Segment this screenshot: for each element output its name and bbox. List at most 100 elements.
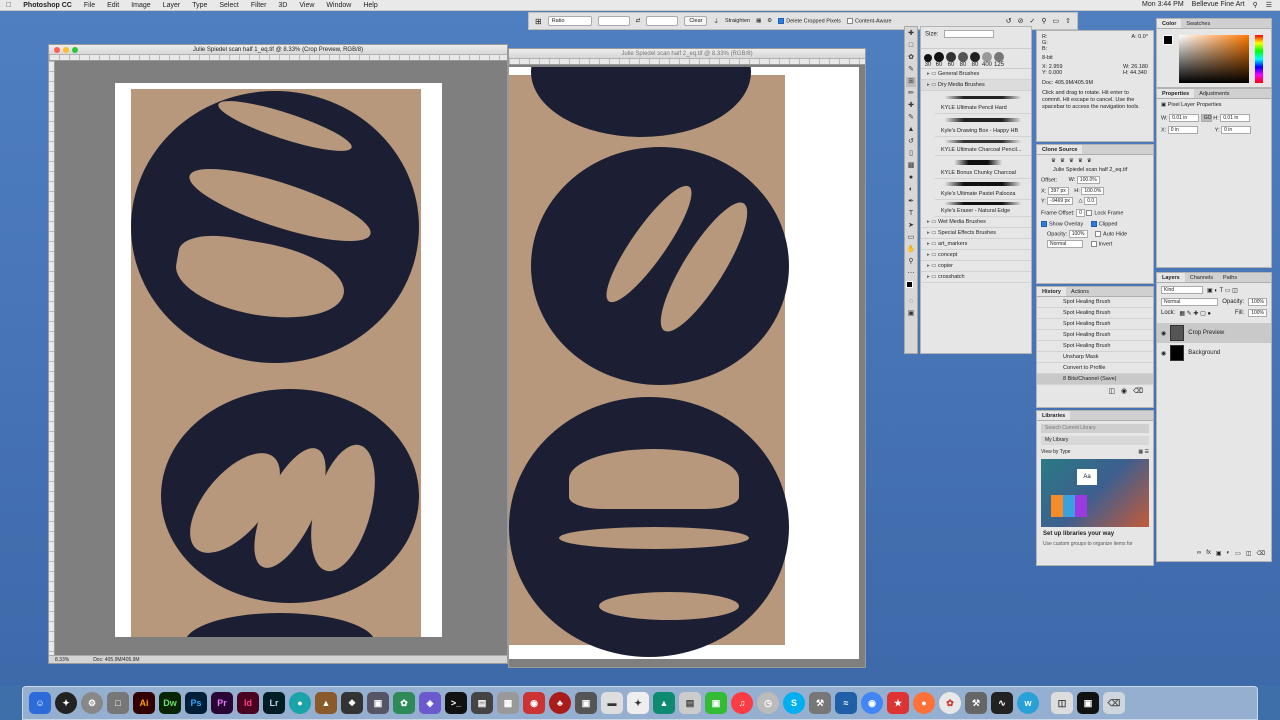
layer-row-crop-preview[interactable]: ◉ Crop Preview bbox=[1157, 323, 1271, 343]
tab-libraries[interactable]: Libraries bbox=[1037, 411, 1071, 420]
tab-paths[interactable]: Paths bbox=[1218, 273, 1242, 282]
properties-width-input[interactable]: 0.01 in bbox=[1169, 114, 1200, 122]
overlay-grid-icon[interactable]: ▦ bbox=[756, 18, 761, 24]
brush-item[interactable]: KYLE Ultimate Pencil Hard bbox=[935, 103, 1031, 114]
tab-layers[interactable]: Layers bbox=[1157, 273, 1185, 282]
color-swatches-icon[interactable] bbox=[906, 281, 916, 291]
auto-hide-checkbox[interactable] bbox=[1095, 231, 1102, 238]
close-icon[interactable] bbox=[54, 47, 60, 53]
blur-tool-icon[interactable]: ● bbox=[906, 173, 916, 183]
history-item[interactable]: Unsharp Mask bbox=[1037, 352, 1153, 363]
clear-button[interactable]: Clear bbox=[684, 16, 708, 26]
menu-app-name[interactable]: Photoshop CC bbox=[17, 2, 78, 9]
menu-image[interactable]: Image bbox=[125, 2, 156, 9]
brush-preset[interactable]: 125 bbox=[994, 52, 1004, 68]
menu-help[interactable]: Help bbox=[357, 2, 383, 9]
shape-tool-icon[interactable]: ▭ bbox=[906, 233, 916, 243]
brush-folder[interactable]: copier bbox=[921, 261, 1031, 272]
trash-icon[interactable]: ⌫ bbox=[1257, 550, 1265, 557]
skype-icon[interactable]: S bbox=[783, 692, 805, 714]
canvas-2[interactable] bbox=[509, 67, 859, 659]
app-icon[interactable]: ▣ bbox=[575, 692, 597, 714]
app-icon[interactable]: ▲ bbox=[315, 692, 337, 714]
gear-icon[interactable]: ⚙ bbox=[767, 18, 772, 24]
crop-tool-icon[interactable]: ⊞ bbox=[906, 77, 916, 87]
search-icon[interactable]: ⚲ bbox=[1253, 1, 1258, 9]
hand-tool-icon[interactable]: ✋ bbox=[906, 245, 916, 255]
library-select[interactable]: My Library bbox=[1041, 436, 1149, 445]
app-icon[interactable]: ◈ bbox=[419, 692, 441, 714]
zoom-level[interactable]: 8.33% bbox=[55, 656, 69, 663]
chrome-icon[interactable]: ◉ bbox=[861, 692, 883, 714]
hue-slider[interactable] bbox=[1255, 35, 1263, 83]
app-icon[interactable]: □ bbox=[107, 692, 129, 714]
cancel-icon[interactable]: ⊘ bbox=[1018, 17, 1024, 25]
brush-preset[interactable]: 80 bbox=[970, 52, 980, 68]
adjustment-layer-icon[interactable]: ◐ bbox=[1227, 550, 1231, 557]
clone-y-input[interactable]: -9469 px bbox=[1047, 197, 1073, 205]
brush-folder[interactable]: crosshatch bbox=[921, 272, 1031, 283]
frame-offset-input[interactable]: 0 bbox=[1076, 209, 1085, 217]
clone-source-slot-icon[interactable]: ♛ bbox=[1051, 158, 1056, 164]
app-icon[interactable]: ⚒ bbox=[965, 692, 987, 714]
link-layers-icon[interactable]: ∞ bbox=[1197, 550, 1201, 557]
app-icon[interactable]: ≈ bbox=[835, 692, 857, 714]
app-icon[interactable]: ⚒ bbox=[809, 692, 831, 714]
brush-preset[interactable]: 80 bbox=[958, 52, 968, 68]
minimize-icon[interactable] bbox=[63, 47, 69, 53]
indesign-icon[interactable]: Id bbox=[237, 692, 259, 714]
more-tools-icon[interactable]: ⋯ bbox=[906, 269, 916, 279]
system-preferences-icon[interactable]: ⚙ bbox=[81, 692, 103, 714]
brush-item[interactable]: KYLE Bonus Chunky Charcoal bbox=[935, 168, 1031, 179]
eyedropper-tool-icon[interactable]: ✏ bbox=[906, 89, 916, 99]
app-icon[interactable]: ▲ bbox=[653, 692, 675, 714]
history-brush-icon[interactable]: ↺ bbox=[906, 137, 916, 147]
visibility-eye-icon[interactable]: ◉ bbox=[1161, 330, 1166, 337]
brush-item[interactable]: Kyle's Eraser - Natural Edge bbox=[935, 206, 1031, 217]
overlay-opacity-input[interactable]: 100% bbox=[1068, 230, 1088, 239]
clone-x-input[interactable]: 397 px bbox=[1047, 187, 1069, 195]
history-item[interactable]: Convert to Profile bbox=[1037, 363, 1153, 374]
pasteboard[interactable] bbox=[55, 61, 501, 655]
folder-icon[interactable]: ◫ bbox=[1051, 692, 1073, 714]
app-icon[interactable]: ✿ bbox=[393, 692, 415, 714]
brush-folder-general[interactable]: General Brushes bbox=[921, 69, 1031, 80]
overlay-blend-select[interactable]: Normal bbox=[1047, 240, 1083, 249]
tab-properties[interactable]: Properties bbox=[1157, 89, 1195, 98]
layer-style-icon[interactable]: fx bbox=[1206, 550, 1211, 557]
brush-preset[interactable]: 30 bbox=[924, 54, 932, 68]
layer-name[interactable]: Background bbox=[1188, 350, 1220, 356]
finder-icon[interactable]: ☺ bbox=[29, 692, 51, 714]
visibility-eye-icon[interactable]: ◉ bbox=[1161, 350, 1166, 357]
crop-tool-icon[interactable]: ⊞ bbox=[535, 17, 542, 26]
brush-size-input[interactable] bbox=[944, 30, 995, 38]
clone-source-slot-icon[interactable]: ♛ bbox=[1087, 158, 1092, 164]
document-window-2[interactable]: Julie Spiedel scan half 2_eq.tif @ 8.33%… bbox=[508, 48, 866, 668]
straighten-button[interactable]: Straighten bbox=[725, 18, 750, 24]
menubar-clock[interactable]: Mon 3:44 PM bbox=[1142, 1, 1184, 9]
brush-preset[interactable]: 400 bbox=[982, 52, 992, 68]
brush-folder-dry-media[interactable]: Dry Media Brushes bbox=[921, 80, 1031, 91]
clone-source-slot-icon[interactable]: ♛ bbox=[1069, 158, 1074, 164]
history-item[interactable]: Spot Healing Brush bbox=[1037, 308, 1153, 319]
illustrator-icon[interactable]: Ai bbox=[133, 692, 155, 714]
tab-history[interactable]: History bbox=[1037, 287, 1066, 296]
screen-mode-icon[interactable]: ▣ bbox=[906, 309, 916, 319]
history-item[interactable]: Spot Healing Brush bbox=[1037, 330, 1153, 341]
marquee-tool-icon[interactable]: □ bbox=[906, 41, 916, 51]
app-icon[interactable]: ▬ bbox=[601, 692, 623, 714]
menu-view[interactable]: View bbox=[293, 2, 320, 9]
search-icon[interactable]: ⚲ bbox=[1041, 17, 1046, 25]
clone-height-input[interactable]: 100.0% bbox=[1081, 187, 1105, 195]
color-picker-field[interactable] bbox=[1179, 35, 1249, 83]
new-document-from-state-icon[interactable]: ◫ bbox=[1108, 387, 1115, 395]
app-icon[interactable]: ▣ bbox=[367, 692, 389, 714]
document-1-titlebar[interactable]: Julie Spiedel scan half 1_eq.tif @ 8.33%… bbox=[49, 45, 507, 55]
document-window-1[interactable]: Julie Spiedel scan half 1_eq.tif @ 8.33%… bbox=[48, 44, 508, 664]
clock-icon[interactable]: ◷ bbox=[757, 692, 779, 714]
grid-view-icon[interactable]: ▦ ☰ bbox=[1138, 449, 1149, 455]
clone-width-input[interactable]: 100.0% bbox=[1076, 176, 1100, 184]
menu-file[interactable]: File bbox=[78, 2, 101, 9]
app-icon[interactable]: ★ bbox=[887, 692, 909, 714]
lightroom-icon[interactable]: Lr bbox=[263, 692, 285, 714]
